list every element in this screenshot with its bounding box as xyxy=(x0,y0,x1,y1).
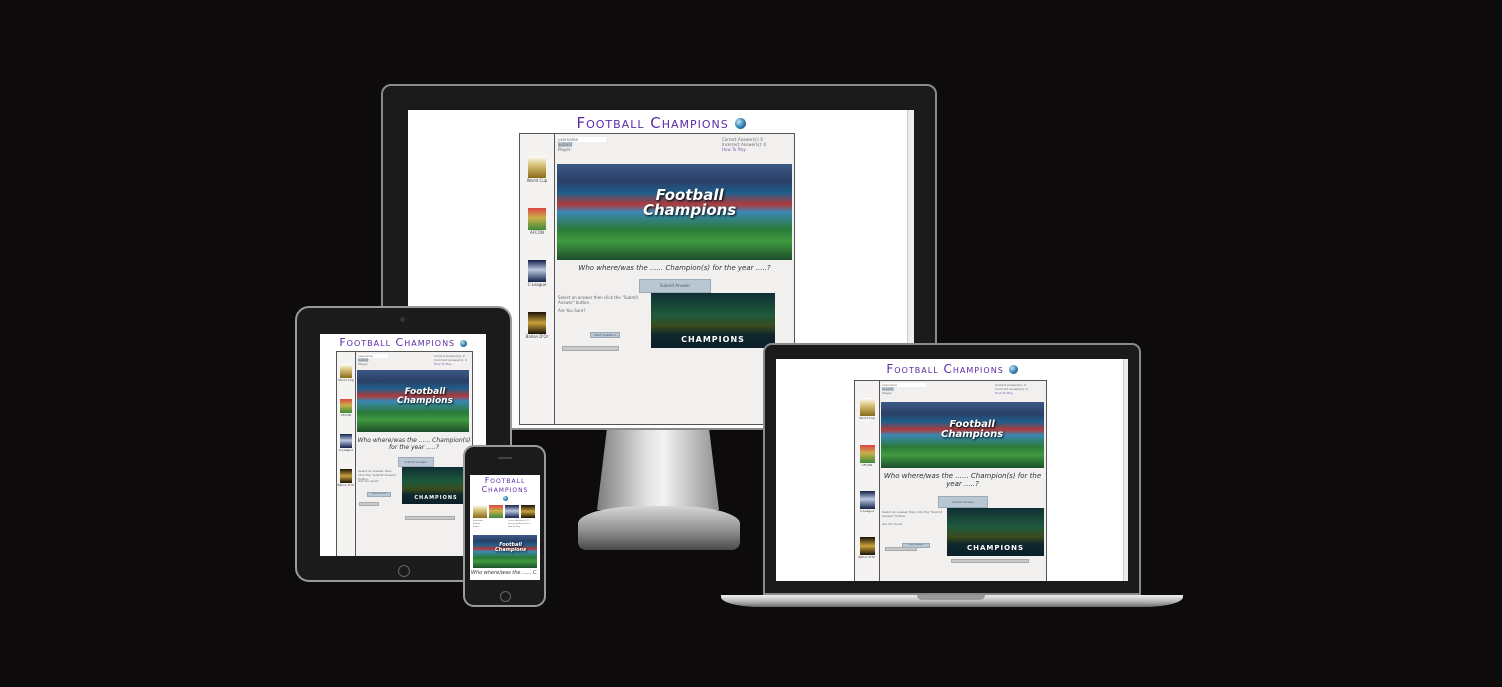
answer-select[interactable]: Are You Sure? xyxy=(358,479,379,483)
monitor-neck xyxy=(597,430,719,510)
category-sidebar: World Cup AFCON C-League Ballon D'Or xyxy=(520,134,555,424)
horizontal-scrollbar[interactable] xyxy=(951,559,1029,563)
player-label: Player: xyxy=(882,391,893,395)
globe-icon xyxy=(734,118,746,129)
score-panel: Correct Answer(s): 0 Incorrect Answer(s)… xyxy=(995,383,1028,395)
laptop-device: Football Champions World Cup AFCON C-Lea… xyxy=(763,343,1141,595)
trophy-icon xyxy=(528,260,546,282)
trophy-icon xyxy=(859,491,875,509)
champions-image: CHAMPIONS xyxy=(947,508,1044,556)
category-ballon-dor[interactable]: Ballon D'Or xyxy=(520,312,554,339)
player-label: Player: xyxy=(558,147,572,152)
question-text: Who where/was the ...... Champion(s) for… xyxy=(883,472,1042,488)
instruction-text: Select an answer then click the "Submit … xyxy=(882,510,943,518)
next-question-button[interactable]: Next Question xyxy=(590,332,620,338)
next-question-button[interactable]: Next Question xyxy=(367,492,391,497)
champions-image: CHAMPIONS xyxy=(402,467,470,504)
globe-icon xyxy=(502,496,508,501)
tablet-screen: Football Champions World Cup AFCON C-Lea… xyxy=(320,334,486,556)
question-text: Who where/was the ...... Champion(s) for… xyxy=(471,570,537,576)
trophy-icon[interactable] xyxy=(473,505,487,518)
trophy-icon xyxy=(528,312,546,334)
category-ballon-dor[interactable]: Ballon D'Or xyxy=(337,469,355,487)
horizontal-scrollbar[interactable] xyxy=(359,502,379,506)
how-to-play-link[interactable]: How To Play xyxy=(722,147,766,152)
app-title: Football Champions xyxy=(408,114,914,132)
category-afcon[interactable]: AFCON xyxy=(337,399,355,417)
category-afcon[interactable]: AFCON xyxy=(855,445,879,467)
how-to-play-link[interactable]: How To Play xyxy=(508,526,530,529)
category-sidebar: World Cup AFCON C-League Ballon D'Or xyxy=(855,381,880,581)
category-c-league[interactable]: C-League xyxy=(337,434,355,452)
banner-image: Football Champions xyxy=(557,164,792,260)
trophy-icon xyxy=(859,445,875,463)
banner-image: Football Champions xyxy=(473,535,537,568)
answer-select[interactable]: Are You Sure? xyxy=(882,522,903,526)
horizontal-scrollbar[interactable] xyxy=(562,346,619,351)
globe-icon xyxy=(459,339,467,347)
banner-image: Football Champions xyxy=(357,370,469,432)
trophy-icon xyxy=(340,399,352,413)
status-panel: username Submit Player: xyxy=(358,354,388,366)
monitor-base xyxy=(578,506,740,550)
game-frame: World Cup AFCON C-League Ballon D'Or use… xyxy=(336,351,473,556)
horizontal-scrollbar[interactable] xyxy=(885,547,917,551)
speaker-icon xyxy=(498,457,512,459)
laptop-screen: Football Champions World Cup AFCON C-Lea… xyxy=(776,359,1128,581)
category-row xyxy=(473,505,537,518)
category-c-league[interactable]: C-League xyxy=(855,491,879,513)
trophy-icon xyxy=(528,156,546,178)
answer-select[interactable]: Are You Sure? xyxy=(558,308,585,313)
camera-icon xyxy=(400,317,405,322)
status-panel: username Submit Player: xyxy=(473,520,483,529)
trophy-icon[interactable] xyxy=(521,505,535,518)
trophy-icon[interactable] xyxy=(505,505,519,518)
trophy-icon xyxy=(528,208,546,230)
laptop-notch xyxy=(917,595,985,600)
instruction-text: Select an answer then click the "Submit … xyxy=(558,295,639,305)
trophy-icon xyxy=(340,364,352,378)
banner-image: Football Champions xyxy=(881,402,1044,468)
category-sidebar: World Cup AFCON C-League Ballon D'Or xyxy=(337,352,356,556)
status-panel: username Submit Player: xyxy=(882,383,926,395)
app-title: Football Champions xyxy=(470,476,540,503)
submit-answer-button[interactable]: Submit Answer xyxy=(938,496,988,508)
app-title: Football Champions xyxy=(776,362,1128,376)
phone-device: Football Champions username Submit Playe… xyxy=(463,445,546,607)
category-ballon-dor[interactable]: Ballon D'Or xyxy=(855,537,879,559)
how-to-play-link[interactable]: How To Play xyxy=(995,391,1028,395)
trophy-icon[interactable] xyxy=(489,505,503,518)
status-panel: username Submit Player: xyxy=(558,137,606,152)
globe-icon xyxy=(1008,365,1018,374)
category-world-cup[interactable]: World Cup xyxy=(337,364,355,382)
phone-screen: Football Champions username Submit Playe… xyxy=(470,475,540,580)
score-panel: Correct Answer(s): 0 Incorrect Answer(s)… xyxy=(434,354,467,366)
scrollbar[interactable] xyxy=(1123,359,1128,581)
trophy-icon xyxy=(340,434,352,448)
horizontal-scrollbar[interactable] xyxy=(405,516,455,520)
submit-answer-button[interactable]: Submit Answer xyxy=(398,457,434,467)
category-world-cup[interactable]: World Cup xyxy=(855,398,879,420)
trophy-icon xyxy=(859,537,875,555)
how-to-play-link[interactable]: How To Play xyxy=(434,362,467,366)
app-title: Football Champions xyxy=(320,336,486,349)
champions-image: CHAMPIONS xyxy=(651,293,775,348)
category-c-league[interactable]: C-League xyxy=(520,260,554,287)
score-panel: Correct Answer(s): 0 Incorrect Answer(s)… xyxy=(508,520,530,529)
player-label: Player: xyxy=(473,526,480,528)
submit-answer-button[interactable]: Submit Answer xyxy=(639,279,711,293)
category-afcon[interactable]: AFCON xyxy=(520,208,554,235)
trophy-icon xyxy=(340,469,352,483)
home-button[interactable] xyxy=(398,565,410,577)
game-frame: World Cup AFCON C-League Ballon D'Or use… xyxy=(519,133,795,425)
player-label: Player: xyxy=(358,362,369,366)
category-world-cup[interactable]: World Cup xyxy=(520,156,554,183)
trophy-icon xyxy=(859,398,875,416)
home-button[interactable] xyxy=(500,591,511,602)
score-panel: Correct Answer(s): 0 Incorrect Answer(s)… xyxy=(722,137,766,152)
game-frame: World Cup AFCON C-League Ballon D'Or use… xyxy=(854,380,1047,581)
question-text: Who where/was the ...... Champion(s) for… xyxy=(578,264,771,272)
question-text: Who where/was the ...... Champion(s) for… xyxy=(357,437,471,451)
